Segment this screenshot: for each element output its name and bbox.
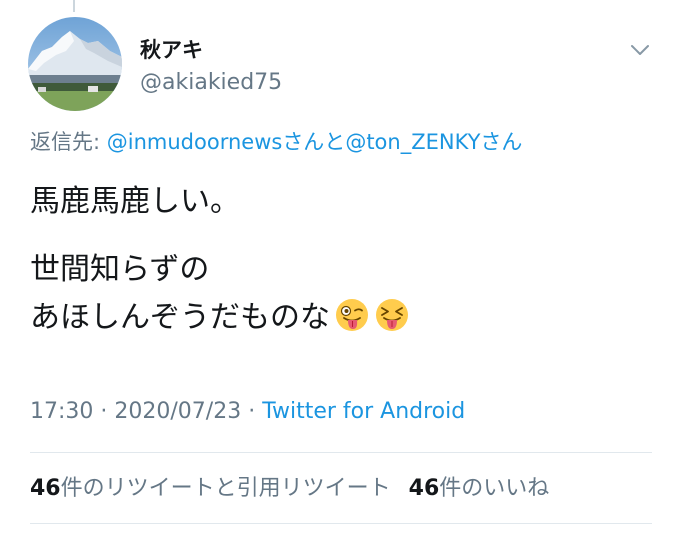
- tweet-text-line-with-emoji: あほしんぞうだものな: [30, 294, 410, 342]
- reply-prefix: 返信先:: [30, 130, 107, 154]
- likes-stat[interactable]: 46件のいいね: [409, 476, 550, 501]
- likes-label: 件のいいね: [439, 476, 550, 501]
- tweet-source-link[interactable]: Twitter for Android: [262, 399, 465, 424]
- thread-connector-line: [73, 0, 75, 12]
- tweet-time[interactable]: 17:30: [30, 399, 93, 424]
- retweets-count: 46: [30, 476, 61, 501]
- winking-face-with-tongue-icon: [334, 297, 370, 333]
- mention-link-inmudoornews[interactable]: @inmudoornews: [107, 130, 283, 154]
- retweets-label: 件のリツイートと引用リツイート: [60, 476, 391, 501]
- retweets-stat[interactable]: 46件のリツイートと引用リツイート: [30, 476, 391, 501]
- separator-dot: ·: [93, 399, 115, 424]
- divider: [30, 523, 652, 524]
- squinting-face-with-tongue-icon: [374, 297, 410, 333]
- avatar[interactable]: [28, 17, 122, 111]
- tweet-text-line: 世間知らずの: [30, 252, 210, 287]
- chevron-down-icon[interactable]: [628, 38, 652, 62]
- author-display-name[interactable]: 秋アキ: [140, 37, 203, 63]
- divider: [30, 452, 652, 453]
- tweet-body: 馬鹿馬鹿しい。 世間知らずの あほしんぞうだものな: [30, 178, 410, 342]
- tweet-metadata: 17:30 · 2020/07/23 · Twitter for Android: [30, 397, 465, 427]
- likes-count: 46: [408, 476, 440, 501]
- separator-dot: ·: [241, 399, 263, 424]
- tweet-text-line: あほしんぞうだものな: [30, 300, 330, 335]
- reply-suffix[interactable]: さん: [480, 130, 522, 154]
- tweet-date[interactable]: 2020/07/23: [114, 399, 241, 424]
- author-handle[interactable]: @akiakied75: [140, 69, 282, 97]
- mountain-landscape-avatar-icon: [28, 17, 122, 111]
- tweet-stats: 46件のリツイートと引用リツイート 46件のいいね: [30, 474, 567, 504]
- reply-joiner[interactable]: さんと: [282, 130, 345, 154]
- tweet-text-line: 馬鹿馬鹿しい。: [30, 184, 240, 219]
- reply-to-line: 返信先: @inmudoornewsさんと@ton_ZENKYさん: [30, 127, 522, 157]
- mention-link-ton-zenky[interactable]: @ton_ZENKY: [345, 130, 480, 154]
